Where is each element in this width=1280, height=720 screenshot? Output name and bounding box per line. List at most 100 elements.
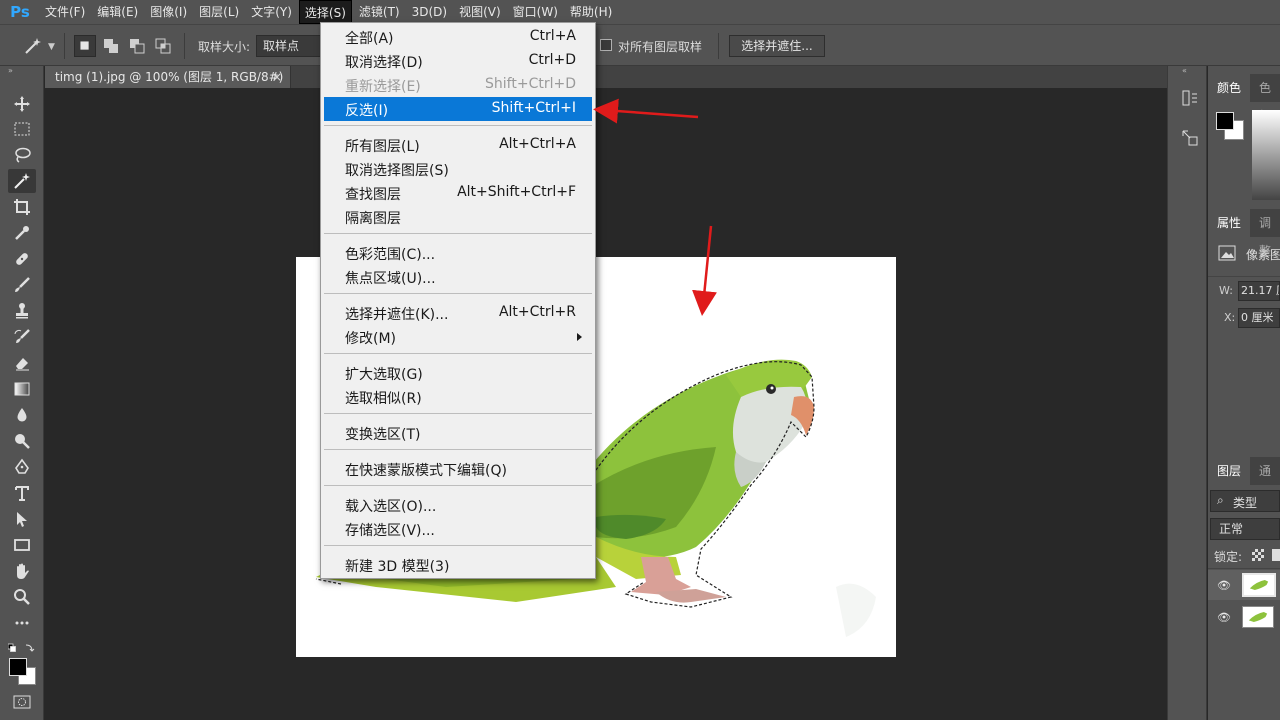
lasso-tool-icon[interactable] — [8, 143, 36, 167]
collapse-icon[interactable]: » — [8, 66, 13, 75]
right-panels: 颜色 色板 属性 调整 像素图 W: 21.17 厘 X: 0 厘米 图层 通道… — [1208, 66, 1280, 720]
intersect-selection-icon[interactable] — [152, 35, 174, 57]
menu-select[interactable]: 选择(S) — [298, 0, 352, 24]
menu-image[interactable]: 图像(I) — [145, 0, 192, 24]
layer-thumbnail — [1242, 573, 1276, 597]
lock-transparency-icon[interactable] — [1252, 549, 1264, 561]
layer-filter-field[interactable]: ⌕ 类型 — [1210, 490, 1280, 512]
menu-separator — [324, 125, 592, 126]
blend-mode-select[interactable]: 正常 — [1210, 518, 1280, 540]
select-menu-item[interactable]: 扩大选取(G) — [324, 361, 592, 385]
tab-color[interactable]: 颜色 — [1208, 74, 1250, 102]
lock-pixels-icon[interactable] — [1272, 549, 1280, 561]
more-tools-icon[interactable] — [8, 611, 36, 635]
history-brush-tool-icon[interactable] — [8, 325, 36, 349]
subtract-from-selection-icon[interactable] — [126, 35, 148, 57]
crop-tool-icon[interactable] — [8, 195, 36, 219]
menu-filter[interactable]: 滤镜(T) — [354, 0, 405, 24]
select-menu-item-label: 重新选择(E) — [345, 79, 421, 95]
select-and-mask-button[interactable]: 选择并遮住... — [729, 35, 825, 57]
select-menu-item[interactable]: 修改(M) — [324, 325, 592, 349]
add-to-selection-icon[interactable] — [100, 35, 122, 57]
select-menu-item[interactable]: 重新选择(E) Shift+Ctrl+D — [324, 73, 592, 97]
select-menu-item-label: 变换选区(T) — [345, 427, 421, 443]
select-menu-item[interactable]: 反选(I) Shift+Ctrl+I — [324, 97, 592, 121]
eraser-tool-icon[interactable] — [8, 351, 36, 375]
color-panel-foreground-swatch[interactable] — [1216, 112, 1234, 130]
menu-window[interactable]: 窗口(W) — [508, 0, 563, 24]
pixel-layer-label: 像素图 — [1246, 248, 1280, 262]
select-menu-item[interactable]: 变换选区(T) — [324, 421, 592, 445]
layer-filter-kind: 类型 — [1233, 496, 1258, 510]
width-field[interactable]: 21.17 厘 — [1238, 281, 1280, 301]
close-document-icon[interactable]: × — [272, 66, 282, 88]
pixel-layer-icon — [1218, 245, 1236, 261]
pen-tool-icon[interactable] — [8, 455, 36, 479]
dodge-tool-icon[interactable] — [8, 429, 36, 453]
foreground-color-swatch[interactable] — [9, 658, 27, 676]
tab-adjustments[interactable]: 调整 — [1250, 209, 1280, 258]
expand-panels-icon[interactable]: « — [1182, 66, 1187, 75]
color-spectrum[interactable] — [1252, 110, 1280, 200]
default-colors-icon[interactable] — [7, 642, 36, 654]
select-menu-item[interactable]: 取消选择图层(S) — [324, 157, 592, 181]
menu-view[interactable]: 视图(V) — [454, 0, 506, 24]
tab-channels[interactable]: 通道 — [1250, 457, 1280, 506]
select-menu-item[interactable]: 焦点区域(U)... — [324, 265, 592, 289]
properties-panel-icon[interactable] — [1180, 128, 1200, 148]
tab-layers[interactable]: 图层 — [1208, 457, 1250, 485]
visibility-eye-icon[interactable]: 👁 — [1217, 611, 1231, 624]
sample-all-layers-checkbox[interactable] — [600, 39, 612, 51]
select-menu-item[interactable]: 色彩范围(C)... — [324, 241, 592, 265]
select-menu-item[interactable]: 全部(A) Ctrl+A — [324, 25, 592, 49]
menu-layer[interactable]: 图层(L) — [194, 0, 244, 24]
select-menu-item[interactable]: 选取相似(R) — [324, 385, 592, 409]
magic-wand-tool-icon[interactable] — [8, 169, 36, 193]
zoom-tool-icon[interactable] — [8, 585, 36, 609]
gradient-tool-icon[interactable] — [8, 377, 36, 401]
select-menu-item[interactable]: 取消选择(D) Ctrl+D — [324, 49, 592, 73]
rectangle-tool-icon[interactable] — [8, 533, 36, 557]
magic-wand-preset-icon[interactable] — [22, 35, 44, 57]
layer-row[interactable]: 👁 — [1208, 602, 1280, 632]
select-menu-item[interactable]: 在快速蒙版模式下编辑(Q) — [324, 457, 592, 481]
marquee-tool-icon[interactable] — [8, 117, 36, 141]
new-selection-icon[interactable] — [74, 35, 96, 57]
menu-file[interactable]: 文件(F) — [40, 0, 90, 24]
move-tool-icon[interactable] — [8, 92, 36, 116]
select-menu-item[interactable]: 新建 3D 模型(3) — [324, 553, 592, 577]
x-field[interactable]: 0 厘米 — [1238, 308, 1280, 328]
tab-properties[interactable]: 属性 — [1208, 209, 1250, 237]
width-label: W: — [1219, 284, 1233, 297]
sample-size-label: 取样大小: — [198, 40, 251, 54]
brush-tool-icon[interactable] — [8, 273, 36, 297]
select-menu-item[interactable]: 所有图层(L) Alt+Ctrl+A — [324, 133, 592, 157]
select-menu-item-label: 在快速蒙版模式下编辑(Q) — [345, 463, 507, 479]
clone-stamp-tool-icon[interactable] — [8, 299, 36, 323]
select-menu-item[interactable]: 隔离图层 — [324, 205, 592, 229]
eyedropper-tool-icon[interactable] — [8, 221, 36, 245]
menu-type[interactable]: 文字(Y) — [246, 0, 297, 24]
select-menu-item[interactable]: 查找图层 Alt+Shift+Ctrl+F — [324, 181, 592, 205]
healing-brush-tool-icon[interactable] — [8, 247, 36, 271]
hand-tool-icon[interactable] — [8, 559, 36, 583]
tab-swatches[interactable]: 色板 — [1250, 74, 1280, 123]
path-selection-tool-icon[interactable] — [8, 507, 36, 531]
layer-row[interactable]: 👁 — [1208, 570, 1280, 600]
select-menu-item[interactable]: 存储选区(V)... — [324, 517, 592, 541]
document-tab[interactable]: timg (1).jpg @ 100% (图层 1, RGB/8#) * × — [45, 66, 291, 106]
menu-3d[interactable]: 3D(D) — [407, 0, 452, 24]
quick-mask-icon[interactable] — [13, 695, 31, 709]
select-menu-item[interactable]: 选择并遮住(K)... Alt+Ctrl+R — [324, 301, 592, 325]
tools-panel: » — [0, 66, 44, 720]
select-menu-item-label: 修改(M) — [345, 331, 397, 347]
history-panel-icon[interactable] — [1180, 88, 1200, 108]
menu-edit[interactable]: 编辑(E) — [92, 0, 143, 24]
type-tool-icon[interactable] — [8, 481, 36, 505]
select-menu-item[interactable]: 载入选区(O)... — [324, 493, 592, 517]
sample-size-select[interactable]: 取样点 — [256, 35, 326, 57]
visibility-eye-icon[interactable]: 👁 — [1217, 579, 1231, 592]
chevron-down-icon[interactable]: ▼ — [48, 42, 55, 52]
blur-tool-icon[interactable] — [8, 403, 36, 427]
menu-help[interactable]: 帮助(H) — [565, 0, 617, 24]
